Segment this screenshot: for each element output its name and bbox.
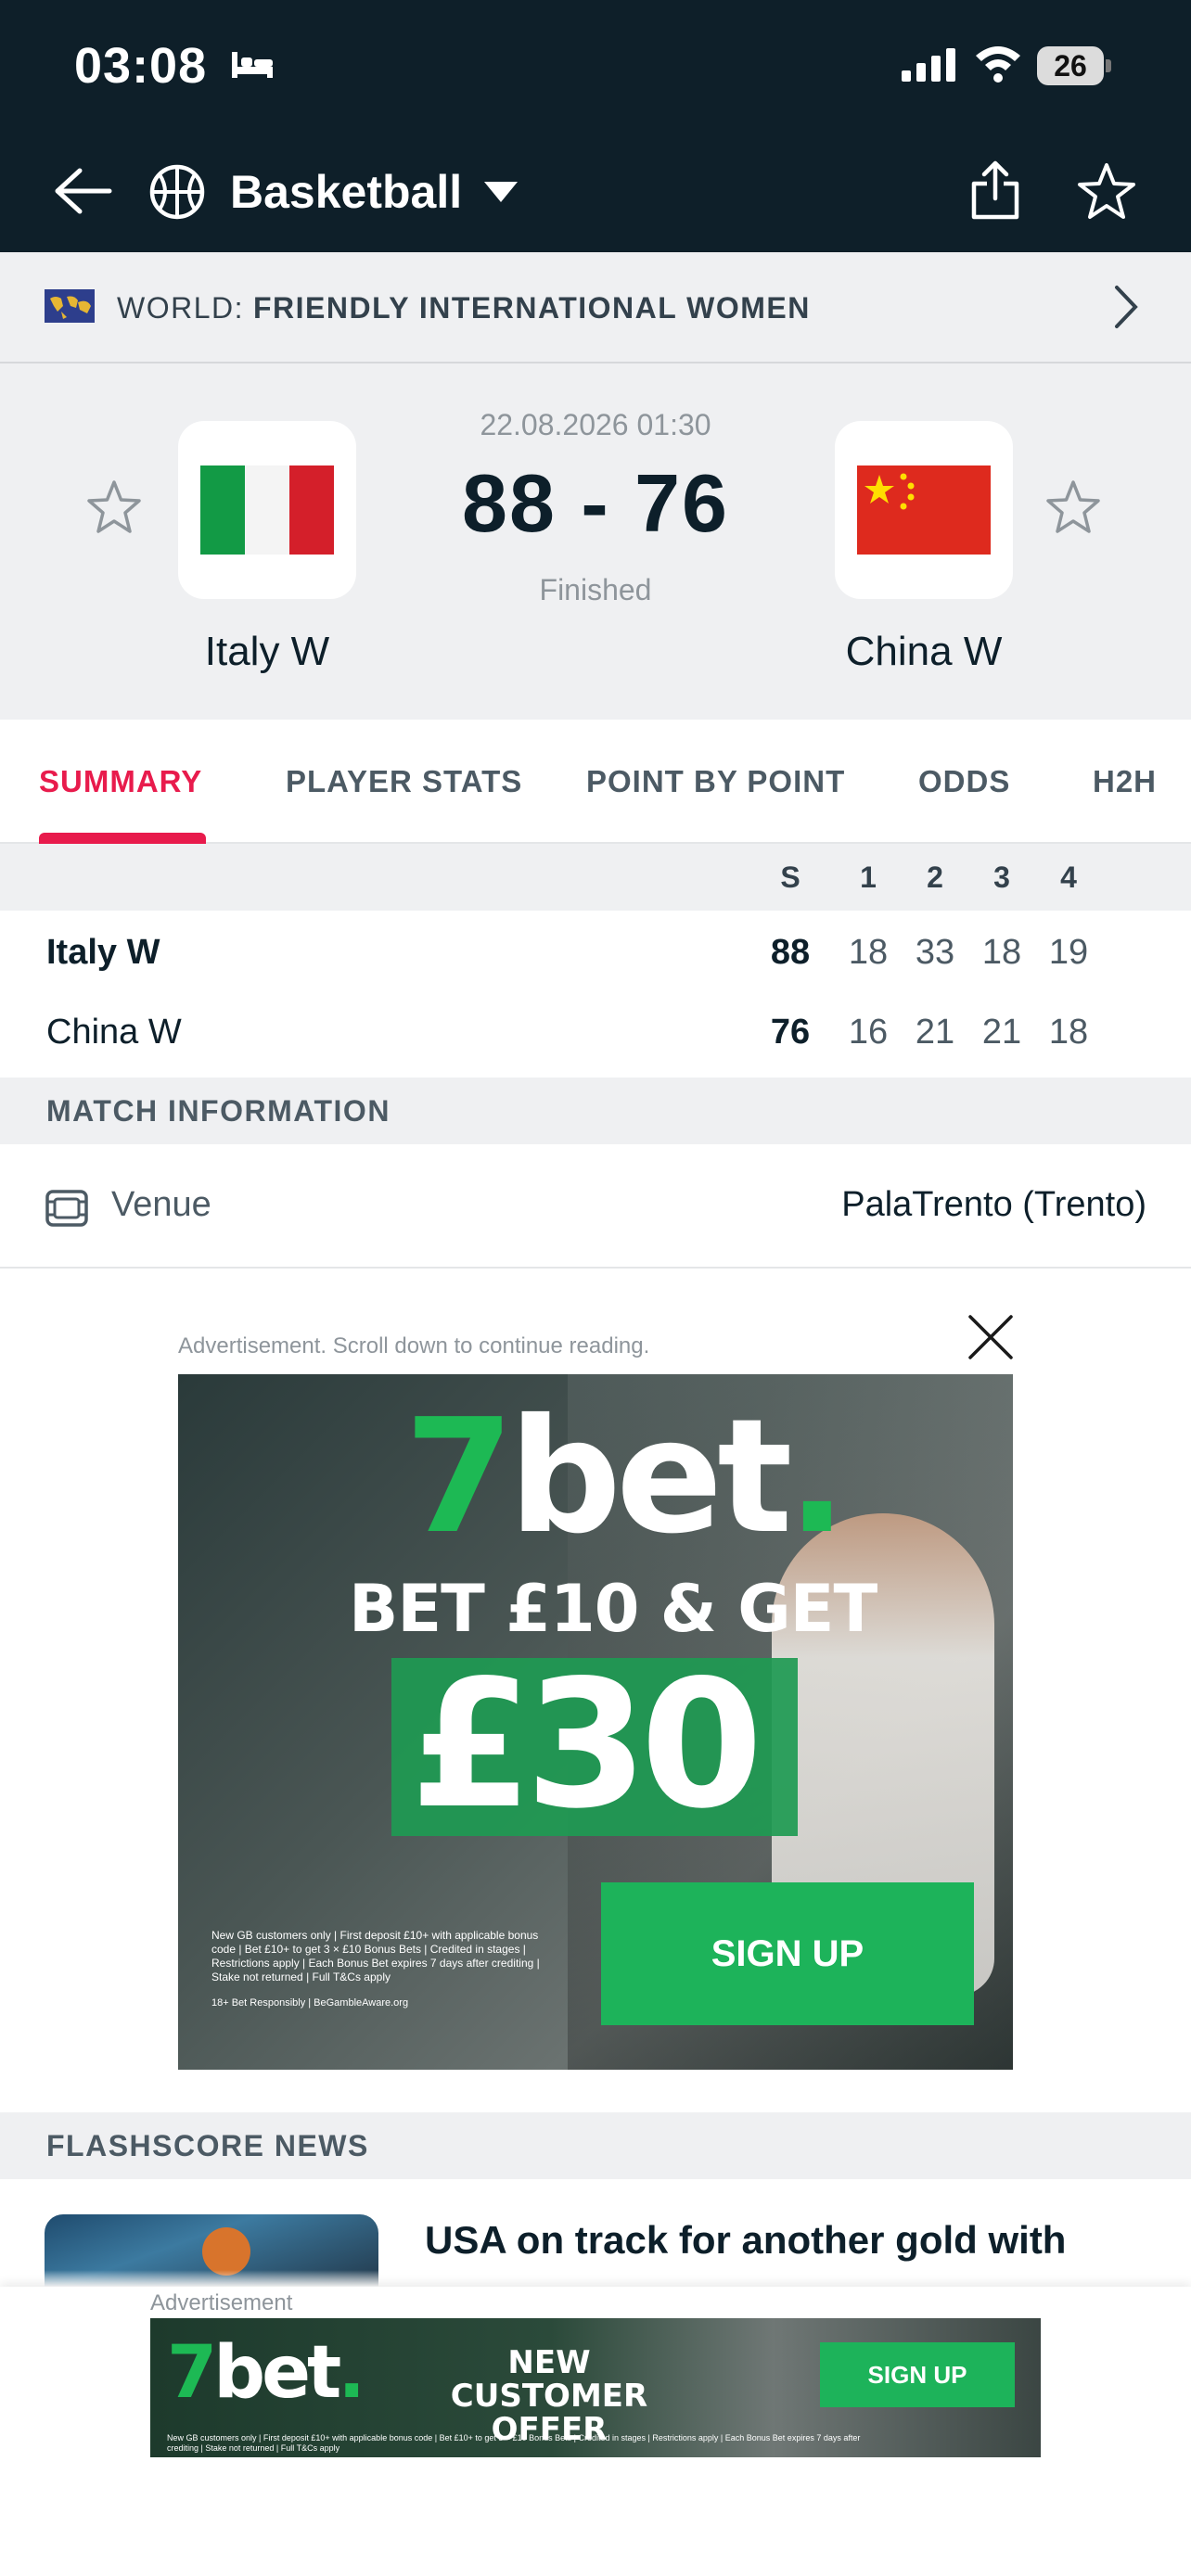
ad-amount: £30 <box>410 1642 763 1847</box>
world-flag-icon <box>45 289 95 323</box>
row-q4: 19 <box>1048 933 1089 972</box>
battery-cap <box>1106 59 1111 72</box>
row-q3: 18 <box>981 933 1022 972</box>
match-info-heading: MATCH INFORMATION <box>0 1078 1191 1144</box>
home-favorite-star-icon[interactable] <box>85 478 143 536</box>
league-label: WORLD: FRIENDLY INTERNATIONAL WOMEN <box>117 291 811 325</box>
row-q1: 18 <box>848 933 889 972</box>
row-total: 88 <box>770 933 811 972</box>
cellular-signal-icon <box>902 48 955 82</box>
tab-point-by-point[interactable]: POINT BY POINT <box>586 764 845 799</box>
venue-label: Venue <box>111 1185 211 1224</box>
tab-odds[interactable]: ODDS <box>918 764 1010 799</box>
tab-player-stats[interactable]: PLAYER STATS <box>286 764 522 799</box>
close-icon[interactable] <box>967 1313 1015 1361</box>
ad-headline: BET £10 & GET <box>349 1571 877 1647</box>
row-team-name: Italy W <box>46 933 160 972</box>
italy-flag-icon <box>200 465 334 555</box>
favorite-star-icon[interactable] <box>1076 161 1137 221</box>
sticky-ad: Advertisement 7bet. NEW CUSTOMER OFFER S… <box>0 2287 1191 2576</box>
row-team-name: China W <box>46 1013 182 1052</box>
news-fade <box>0 2270 1191 2287</box>
battery-level: 26 <box>1037 46 1104 85</box>
match-status: Finished <box>539 573 652 606</box>
news-thumbnail-ball <box>202 2227 250 2276</box>
ad-note: Advertisement. Scroll down to continue r… <box>178 1333 650 1358</box>
venue-row: Venue PalaTrento (Trento) <box>0 1144 1191 1269</box>
away-team-name[interactable]: China W <box>775 629 1072 675</box>
col-total: S <box>780 861 800 894</box>
table-row[interactable]: Italy W 88 18 33 18 19 <box>0 914 1191 994</box>
sticky-signup-button[interactable]: SIGN UP <box>820 2342 1015 2407</box>
league-bar[interactable]: WORLD: FRIENDLY INTERNATIONAL WOMEN <box>0 252 1191 363</box>
back-arrow-icon[interactable] <box>52 165 113 217</box>
away-team-logo[interactable] <box>835 421 1013 599</box>
match-datetime: 22.08.2026 01:30 <box>480 408 711 441</box>
row-q1: 16 <box>848 1013 889 1052</box>
news-title-heading: FLASHSCORE NEWS <box>46 2129 369 2162</box>
row-q2: 33 <box>915 933 955 972</box>
col-q3: 3 <box>993 861 1010 894</box>
col-q2: 2 <box>927 861 943 894</box>
row-total: 76 <box>770 1013 811 1052</box>
active-tab-indicator <box>39 833 206 844</box>
match-score: 88 - 76 <box>462 457 729 549</box>
top-bar: 03:08 26 Basketball <box>0 0 1191 252</box>
sticky-brand-logo: 7bet. <box>167 2331 365 2415</box>
league-region: WORLD: <box>117 291 244 325</box>
match-tabs: SUMMARY PLAYER STATS POINT BY POINT ODDS… <box>0 720 1191 844</box>
ad-small-print: New GB customers only | First deposit £1… <box>211 1929 540 1983</box>
table-row[interactable]: China W 76 16 21 21 18 <box>0 994 1191 1074</box>
ad-banner[interactable]: 7bet. BET £10 & GET £30 New GB customers… <box>178 1374 1013 2070</box>
china-flag-icon <box>857 465 991 555</box>
match-header: Italy W 22.08.2026 01:30 88 - 76 Finishe… <box>0 363 1191 720</box>
score-table-header: S 1 2 3 4 <box>0 844 1191 911</box>
basketball-icon <box>149 164 205 220</box>
sticky-ad-banner[interactable]: 7bet. NEW CUSTOMER OFFER SIGN UP New GB … <box>150 2318 1041 2457</box>
share-icon[interactable] <box>967 158 1024 223</box>
col-q1: 1 <box>860 861 877 894</box>
tab-summary[interactable]: SUMMARY <box>39 764 202 799</box>
row-q4: 18 <box>1048 1013 1089 1052</box>
news-headline[interactable]: USA on track for another gold with <box>425 2218 1066 2263</box>
sticky-ad-label: Advertisement <box>150 2290 293 2315</box>
row-q2: 21 <box>915 1013 955 1052</box>
news-heading: FLASHSCORE NEWS <box>0 2112 1191 2179</box>
sleep-focus-icon <box>232 52 273 78</box>
ad-signup-button[interactable]: SIGN UP <box>601 1882 974 2025</box>
tab-h2h[interactable]: H2H <box>1093 764 1157 799</box>
match-info-title: MATCH INFORMATION <box>46 1094 391 1128</box>
venue-value: PalaTrento (Trento) <box>841 1185 1146 1224</box>
col-q4: 4 <box>1060 861 1077 894</box>
ad-responsible-gambling: 18+ Bet Responsibly | BeGambleAware.org <box>211 1997 409 2009</box>
battery-indicator: 26 <box>1037 46 1111 85</box>
away-favorite-star-icon[interactable] <box>1044 478 1102 536</box>
ad-brand-logo: 7bet. <box>404 1385 847 1569</box>
sticky-small-print: New GB customers only | First deposit £1… <box>167 2433 861 2453</box>
wifi-icon <box>976 46 1020 83</box>
sport-dropdown-icon[interactable] <box>482 180 519 204</box>
home-team-name[interactable]: Italy W <box>119 629 416 675</box>
sticky-offer-text: NEW CUSTOMER OFFER <box>450 2344 648 2448</box>
status-time: 03:08 <box>74 38 208 94</box>
row-q3: 21 <box>981 1013 1022 1052</box>
league-name: FRIENDLY INTERNATIONAL WOMEN <box>253 291 811 325</box>
chevron-right-icon[interactable] <box>1111 284 1139 330</box>
stadium-icon <box>45 1190 88 1227</box>
home-team-logo[interactable] <box>178 421 356 599</box>
sport-title[interactable]: Basketball <box>230 165 462 219</box>
